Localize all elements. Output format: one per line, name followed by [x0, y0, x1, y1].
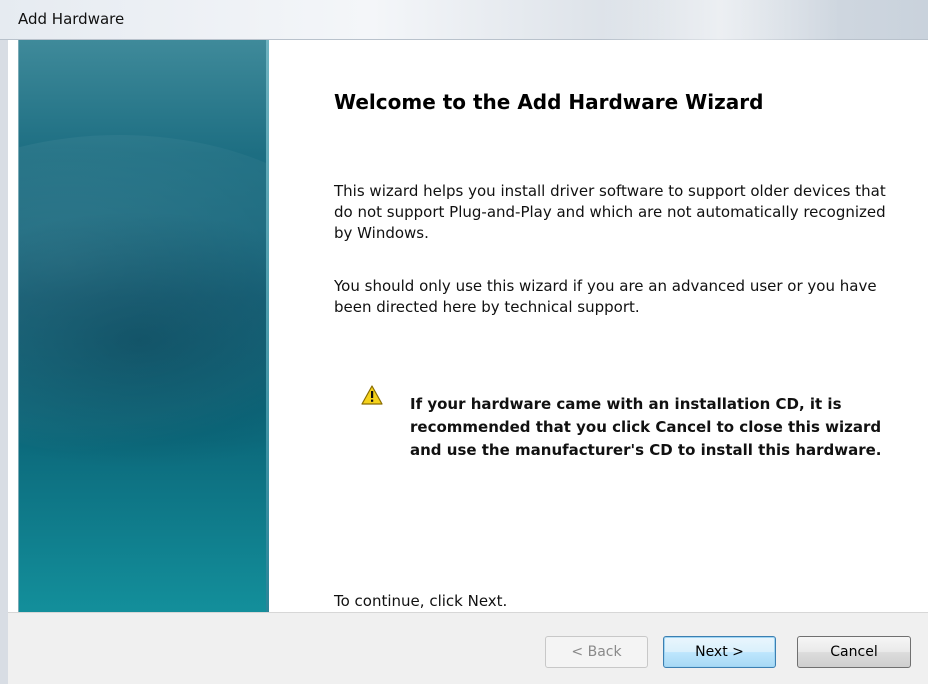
page-title: Welcome to the Add Hardware Wizard: [334, 90, 764, 114]
next-button[interactable]: Next >: [663, 636, 776, 668]
intro-paragraph: This wizard helps you install driver sof…: [334, 182, 886, 242]
wizard-side-banner: [18, 40, 269, 612]
cancel-button[interactable]: Cancel: [797, 636, 911, 668]
wizard-content: Welcome to the Add Hardware Wizard This …: [269, 40, 928, 612]
advanced-user-paragraph: You should only use this wizard if you a…: [334, 277, 877, 316]
window-title: Add Hardware: [18, 10, 125, 28]
banner-shadow: [19, 210, 269, 470]
back-button[interactable]: < Back: [545, 636, 648, 668]
title-bar[interactable]: Add Hardware: [0, 0, 928, 40]
warning-triangle-icon: [361, 385, 383, 405]
title-bar-glare: [600, 0, 840, 40]
warning-message: If your hardware came with an installati…: [410, 395, 882, 459]
continue-instruction: To continue, click Next.: [334, 592, 508, 610]
button-bar: < Back Next > Cancel: [8, 612, 928, 684]
